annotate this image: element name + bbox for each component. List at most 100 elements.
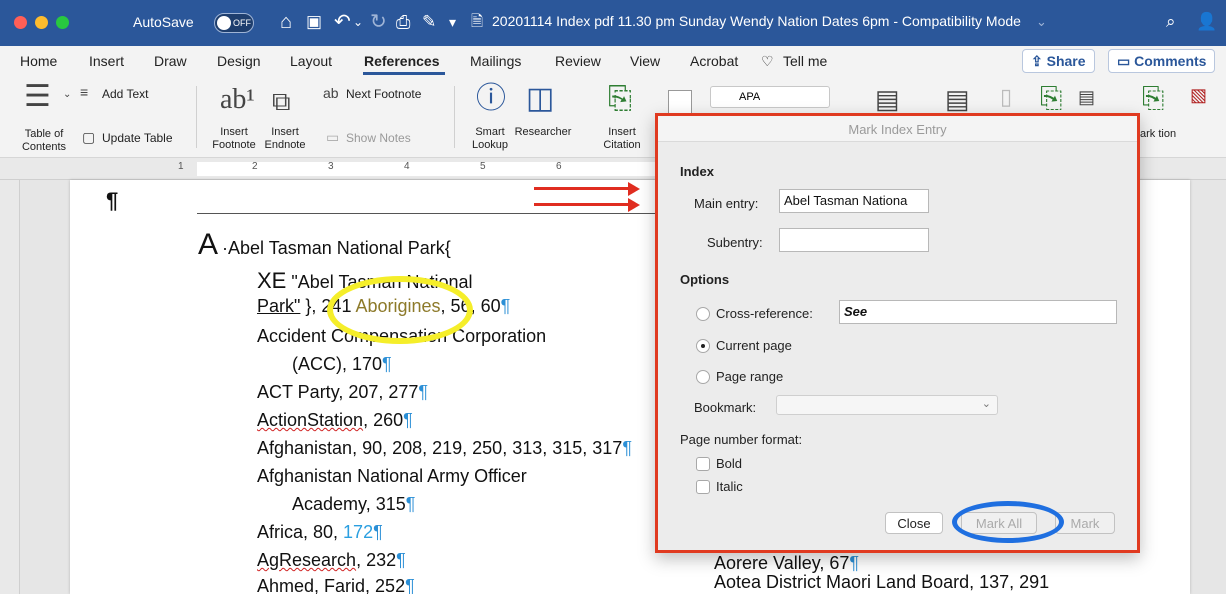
account-icon[interactable]: 👤	[1196, 10, 1217, 34]
home-icon[interactable]: ⌂	[280, 10, 292, 34]
page-range-radio[interactable]	[696, 370, 710, 384]
tab-references[interactable]: References	[364, 53, 440, 69]
tab-review[interactable]: Review	[555, 53, 601, 69]
tell-me-box[interactable]: Tell me	[783, 53, 827, 69]
add-text-button[interactable]: Add Text	[102, 87, 148, 101]
autosave-toggle[interactable]: OFF	[214, 13, 254, 33]
close-window-button[interactable]	[14, 16, 27, 29]
mark-button[interactable]: Mark	[1055, 512, 1115, 534]
red-arrowhead-upper	[628, 182, 640, 196]
index-line-right[interactable]: Aorere Valley, 67¶	[714, 553, 859, 574]
index-line[interactable]: ActionStation, 260¶	[257, 410, 413, 431]
italic-checkbox[interactable]	[696, 480, 710, 494]
undo-dropdown-icon[interactable]: ⌄	[353, 10, 363, 34]
tab-layout[interactable]: Layout	[290, 53, 332, 69]
index-line[interactable]: Academy, 315¶	[292, 494, 415, 515]
ruler-number: 5	[480, 161, 486, 172]
insert-footnote-button[interactable]: Insert Footnote	[208, 126, 260, 152]
next-footnote-button[interactable]: Next Footnote	[346, 87, 421, 101]
mark-citation-icon: ⎘	[1142, 82, 1165, 113]
update-table-button[interactable]: Update Table	[102, 131, 173, 145]
toggle-state: OFF	[233, 18, 251, 28]
index-line[interactable]: Ahmed, Farid, 252¶	[257, 576, 415, 594]
show-notes-icon: ▭	[326, 129, 340, 145]
blue-highlight-circle	[952, 501, 1064, 543]
page-range-label: Page range	[716, 369, 784, 384]
close-button[interactable]: Close	[885, 512, 943, 534]
insert-citation-button[interactable]: Insert Citation	[598, 126, 646, 152]
index-entry-text: Ahmed, Farid, 252	[257, 576, 406, 594]
print-icon[interactable]: ⎙	[396, 10, 410, 34]
mark-entry-icon: ⎘	[1040, 82, 1063, 113]
index-line[interactable]: ACT Party, 207, 277¶	[257, 382, 428, 403]
index-entry-text: ACT Party, 207, 277	[257, 382, 419, 402]
share-label: Share	[1046, 53, 1086, 69]
tab-design[interactable]: Design	[217, 53, 261, 69]
tab-view[interactable]: View	[630, 53, 660, 69]
cross-reference-radio[interactable]	[696, 307, 710, 321]
tab-insert[interactable]: Insert	[89, 53, 124, 69]
pilcrow-mark: ¶	[106, 188, 119, 213]
page-refs: , 232	[356, 550, 397, 570]
title-bar: AutoSave OFF ⌂ ▣ ↶ ⌄ ↻ ⎙ ✎ ▾ 🗎 20201114 …	[0, 0, 1226, 46]
word-window: AutoSave OFF ⌂ ▣ ↶ ⌄ ↻ ⎙ ✎ ▾ 🗎 20201114 …	[0, 0, 1226, 594]
ribbon-separator	[454, 86, 455, 148]
insert-endnote-button[interactable]: Insert Endnote	[262, 126, 308, 152]
tell-me-icon[interactable]: ♡	[761, 53, 774, 70]
table-authorities-icon: ▧	[1190, 85, 1208, 105]
researcher-button[interactable]: Researcher	[510, 126, 576, 139]
main-entry-input[interactable]: Abel Tasman Nationa	[779, 189, 929, 213]
minimize-window-button[interactable]	[35, 16, 48, 29]
index-entry-text: Academy, 315	[292, 494, 406, 514]
smart-lookup-button[interactable]: Smart Lookup	[466, 126, 514, 152]
index-line[interactable]: (ACC), 170¶	[292, 354, 392, 375]
save-icon[interactable]: ▣	[306, 10, 322, 34]
subentry-input[interactable]	[779, 228, 929, 252]
toc-dropdown-icon[interactable]: ⌄	[63, 90, 71, 100]
undo-icon[interactable]: ↶	[334, 10, 351, 34]
bibliography-icon: ▤	[875, 84, 900, 114]
current-page-radio[interactable]	[696, 339, 710, 353]
index-line[interactable]: Africa, 80, 172¶	[257, 522, 383, 543]
index-line[interactable]: AgResearch, 232¶	[257, 550, 406, 571]
tab-acrobat[interactable]: Acrobat	[690, 53, 738, 69]
update-table-figures-icon: ▯	[1000, 84, 1013, 109]
ribbon-tabs: Home Insert Draw Design Layout Reference…	[0, 46, 1226, 76]
bold-label: Bold	[716, 456, 743, 471]
index-line-right[interactable]: Aotea District Maori Land Board, 137, 29…	[714, 572, 1049, 593]
tab-home[interactable]: Home	[20, 53, 57, 69]
researcher-icon: ◫	[526, 82, 555, 115]
bold-checkbox[interactable]	[696, 457, 710, 471]
table-of-contents-icon[interactable]: ☰	[24, 82, 51, 112]
edit-icon[interactable]: ✎	[422, 10, 436, 34]
cross-reference-input[interactable]: See	[839, 300, 1117, 324]
yellow-highlight-circle	[327, 276, 473, 344]
index-line[interactable]: Afghanistan, 90, 208, 219, 250, 313, 315…	[257, 438, 632, 459]
misspelled-word: AgResearch	[257, 550, 357, 570]
add-text-icon: ≡	[80, 84, 89, 100]
citation-style-select[interactable]: APA	[710, 86, 830, 108]
vertical-ruler[interactable]	[0, 180, 20, 594]
comments-button[interactable]: ▭ Comments	[1108, 49, 1216, 73]
index-entry-text: Afghanistan, 90, 208, 219, 250, 313, 315…	[257, 438, 623, 458]
zoom-window-button[interactable]	[56, 16, 69, 29]
table-of-contents-button[interactable]: Table of Contents	[20, 128, 68, 154]
tab-draw[interactable]: Draw	[154, 53, 187, 69]
title-chevron-icon[interactable]: ⌄	[1036, 10, 1047, 34]
search-icon[interactable]: ⌕	[1166, 10, 1176, 34]
customize-toolbar-icon[interactable]: ▾	[449, 10, 456, 34]
cross-reference-label: Cross-reference:	[716, 306, 813, 321]
share-button[interactable]: ⇪ Share	[1022, 49, 1095, 73]
misspelled-word: ActionStation	[257, 410, 364, 430]
insert-footnote-icon: ab¹	[220, 84, 255, 115]
index-entry-text: Abel Tasman National Park	[228, 238, 445, 258]
index-line[interactable]: ·Abel Tasman National Park{	[222, 238, 451, 259]
index-line[interactable]: Afghanistan National Army Officer	[257, 466, 527, 487]
redo-icon[interactable]: ↻	[370, 10, 387, 34]
mark-citation-button[interactable]: ark tion	[1140, 128, 1176, 141]
show-notes-button[interactable]: Show Notes	[346, 131, 411, 145]
bookmark-select[interactable]: ⌄	[776, 395, 998, 415]
dialog-title: Mark Index Entry	[658, 116, 1137, 142]
manage-sources-icon[interactable]	[668, 90, 692, 114]
tab-mailings[interactable]: Mailings	[470, 53, 521, 69]
